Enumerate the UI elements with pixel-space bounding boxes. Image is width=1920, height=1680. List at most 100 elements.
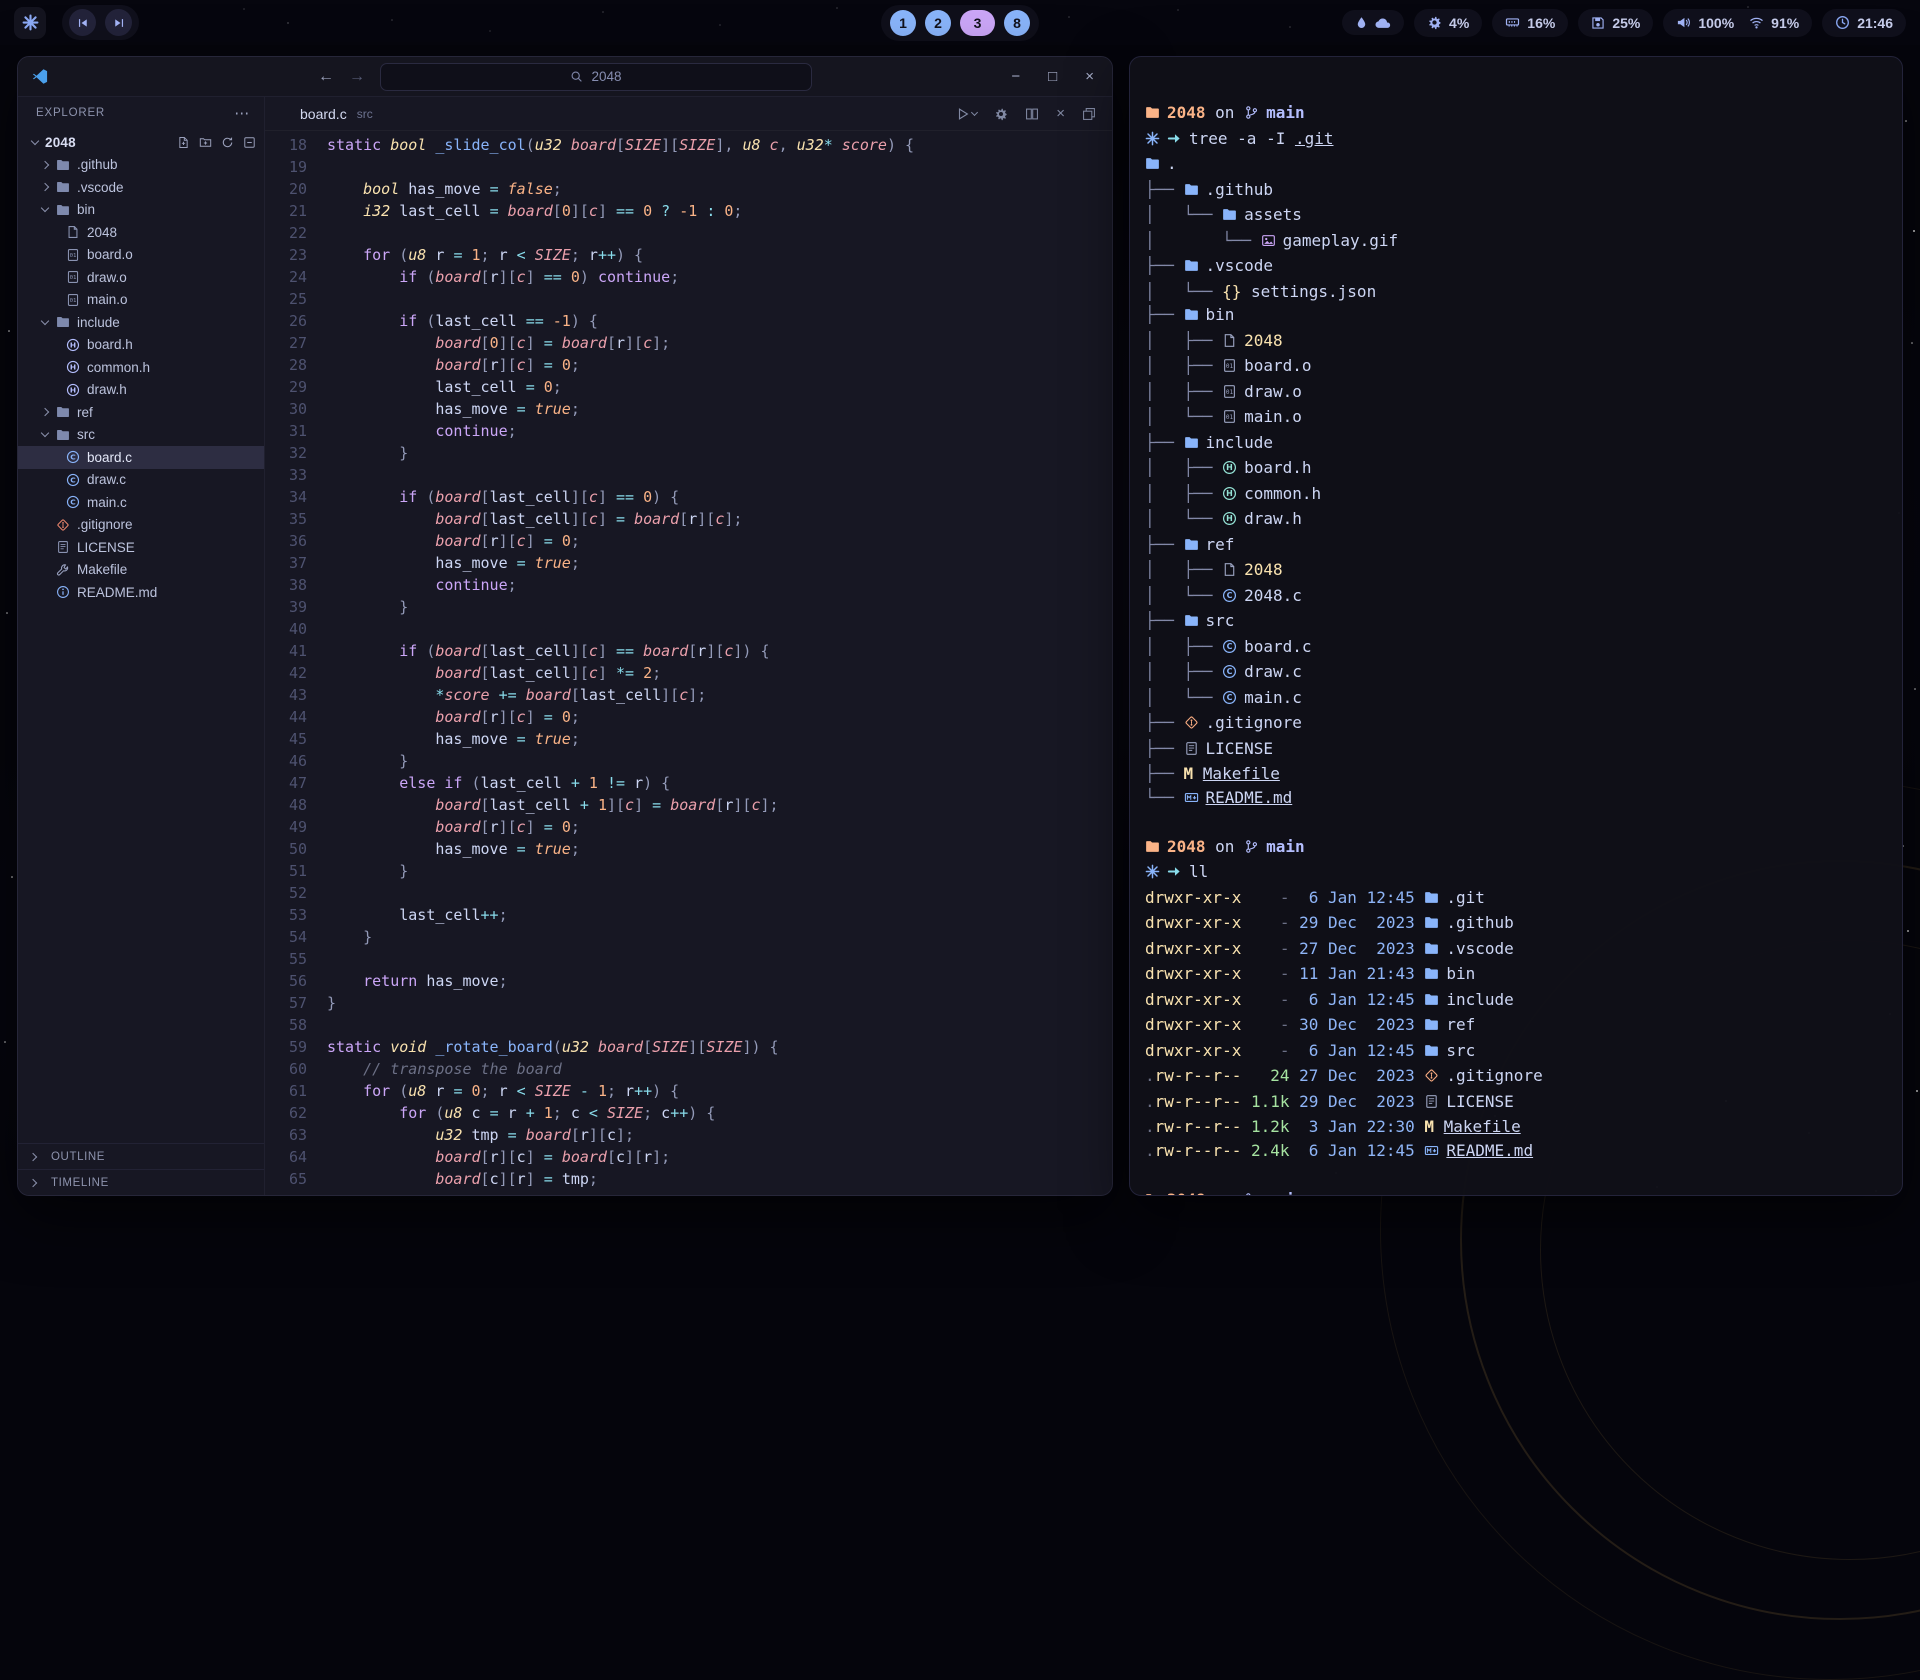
vscode-titlebar[interactable]: ← → 2048 − □ × — [18, 57, 1112, 97]
explorer-item-README.md[interactable]: README.md — [18, 581, 264, 604]
code-line-47[interactable]: 47 else if (last_cell + 1 != r) { — [265, 772, 1112, 794]
workspace-3[interactable]: 3 — [960, 10, 995, 36]
code-line-41[interactable]: 41 if (board[last_cell][c] == board[r][c… — [265, 640, 1112, 662]
new-file-icon[interactable] — [177, 136, 190, 149]
workspace-8[interactable]: 8 — [1004, 10, 1030, 36]
code-line-24[interactable]: 24 if (board[r][c] == 0) continue; — [265, 266, 1112, 288]
explorer-item-draw.c[interactable]: Cdraw.c — [18, 469, 264, 492]
code-line-48[interactable]: 48 board[last_cell + 1][c] = board[r][c]… — [265, 794, 1112, 816]
code-line-18[interactable]: 18static bool _slide_col(u32 board[SIZE]… — [265, 134, 1112, 156]
code-line-32[interactable]: 32 } — [265, 442, 1112, 464]
command-center-search[interactable]: 2048 — [380, 63, 812, 91]
audio-network-widget[interactable]: 100% 91% — [1663, 9, 1812, 37]
disk-widget[interactable]: 25% — [1578, 9, 1653, 37]
code-line-56[interactable]: 56 return has_move; — [265, 970, 1112, 992]
code-line-34[interactable]: 34 if (board[last_cell][c] == 0) { — [265, 486, 1112, 508]
media-next-icon[interactable] — [105, 9, 132, 36]
code-line-49[interactable]: 49 board[r][c] = 0; — [265, 816, 1112, 838]
close-editor-button[interactable]: × — [1056, 106, 1065, 121]
code-line-50[interactable]: 50 has_move = true; — [265, 838, 1112, 860]
code-line-45[interactable]: 45 has_move = true; — [265, 728, 1112, 750]
explorer-item-ref[interactable]: ref — [18, 401, 264, 424]
explorer-item-LICENSE[interactable]: LICENSE — [18, 536, 264, 559]
timeline-panel[interactable]: TIMELINE — [18, 1169, 264, 1195]
code-line-63[interactable]: 63 u32 tmp = board[r][c]; — [265, 1124, 1112, 1146]
maximize-button[interactable]: □ — [1048, 69, 1057, 84]
explorer-item-draw.o[interactable]: 01draw.o — [18, 266, 264, 289]
explorer-item-src[interactable]: src — [18, 424, 264, 447]
code-line-36[interactable]: 36 board[r][c] = 0; — [265, 530, 1112, 552]
launcher-logo-icon[interactable] — [14, 7, 46, 39]
clock-widget[interactable]: 21:46 — [1822, 9, 1906, 37]
explorer-item-draw.h[interactable]: Hdraw.h — [18, 379, 264, 402]
code-line-27[interactable]: 27 board[0][c] = board[r][c]; — [265, 332, 1112, 354]
code-line-37[interactable]: 37 has_move = true; — [265, 552, 1112, 574]
explorer-more-icon[interactable]: ⋯ — [234, 104, 250, 122]
explorer-item-common.h[interactable]: Hcommon.h — [18, 356, 264, 379]
code-line-55[interactable]: 55 — [265, 948, 1112, 970]
code-line-64[interactable]: 64 board[r][c] = board[c][r]; — [265, 1146, 1112, 1168]
explorer-item-include[interactable]: include — [18, 311, 264, 334]
code-line-44[interactable]: 44 board[r][c] = 0; — [265, 706, 1112, 728]
explorer-item-bin[interactable]: bin — [18, 199, 264, 222]
nav-back-icon[interactable]: ← — [318, 69, 334, 85]
code-line-28[interactable]: 28 board[r][c] = 0; — [265, 354, 1112, 376]
explorer-item-.github[interactable]: .github — [18, 154, 264, 177]
explorer-item-2048[interactable]: 2048 — [18, 221, 264, 244]
code-line-62[interactable]: 62 for (u8 c = r + 1; c < SIZE; c++) { — [265, 1102, 1112, 1124]
code-editor[interactable]: 18static bool _slide_col(u32 board[SIZE]… — [265, 131, 1112, 1195]
terminal-window[interactable]: 2048 on maintree -a -I .git.├── .github│… — [1129, 56, 1903, 1196]
code-line-57[interactable]: 57} — [265, 992, 1112, 1014]
code-line-19[interactable]: 19 — [265, 156, 1112, 178]
minimize-button[interactable]: − — [1011, 69, 1020, 84]
nav-forward-icon[interactable]: → — [349, 69, 365, 85]
code-line-43[interactable]: 43 *score += board[last_cell][c]; — [265, 684, 1112, 706]
cpu-widget[interactable]: 4% — [1414, 9, 1482, 37]
code-line-46[interactable]: 46 } — [265, 750, 1112, 772]
code-line-31[interactable]: 31 continue; — [265, 420, 1112, 442]
explorer-item-board.c[interactable]: Cboard.c — [18, 446, 264, 469]
code-line-40[interactable]: 40 — [265, 618, 1112, 640]
code-line-25[interactable]: 25 — [265, 288, 1112, 310]
workspace-2[interactable]: 2 — [925, 10, 951, 36]
collapse-folders-icon[interactable] — [243, 136, 256, 149]
explorer-item-.vscode[interactable]: .vscode — [18, 176, 264, 199]
open-changes-button[interactable] — [1082, 107, 1096, 121]
settings-gear-icon[interactable] — [994, 107, 1008, 121]
tab-board-c[interactable]: board.c src — [277, 106, 373, 122]
code-line-53[interactable]: 53 last_cell++; — [265, 904, 1112, 926]
code-line-61[interactable]: 61 for (u8 r = 0; r < SIZE - 1; r++) { — [265, 1080, 1112, 1102]
explorer-item-board.o[interactable]: 01board.o — [18, 244, 264, 267]
code-line-60[interactable]: 60 // transpose the board — [265, 1058, 1112, 1080]
terminal-content[interactable]: 2048 on maintree -a -I .git.├── .github│… — [1130, 57, 1902, 1196]
weather-widget[interactable] — [1342, 10, 1404, 35]
code-line-51[interactable]: 51 } — [265, 860, 1112, 882]
code-line-20[interactable]: 20 bool has_move = false; — [265, 178, 1112, 200]
code-line-59[interactable]: 59static void _rotate_board(u32 board[SI… — [265, 1036, 1112, 1058]
explorer-item-2048[interactable]: 2048 — [18, 131, 264, 154]
code-line-33[interactable]: 33 — [265, 464, 1112, 486]
code-line-52[interactable]: 52 — [265, 882, 1112, 904]
code-line-65[interactable]: 65 board[c][r] = tmp; — [265, 1168, 1112, 1190]
run-code-button[interactable] — [956, 107, 977, 121]
close-button[interactable]: × — [1085, 69, 1094, 84]
refresh-explorer-icon[interactable] — [221, 136, 234, 149]
code-line-23[interactable]: 23 for (u8 r = 1; r < SIZE; r++) { — [265, 244, 1112, 266]
workspace-1[interactable]: 1 — [890, 10, 916, 36]
code-line-35[interactable]: 35 board[last_cell][c] = board[r][c]; — [265, 508, 1112, 530]
split-editor-button[interactable] — [1025, 107, 1039, 121]
explorer-item-main.c[interactable]: Cmain.c — [18, 491, 264, 514]
code-line-42[interactable]: 42 board[last_cell][c] *= 2; — [265, 662, 1112, 684]
explorer-item-Makefile[interactable]: Makefile — [18, 559, 264, 582]
code-line-21[interactable]: 21 i32 last_cell = board[0][c] == 0 ? -1… — [265, 200, 1112, 222]
code-line-29[interactable]: 29 last_cell = 0; — [265, 376, 1112, 398]
code-line-54[interactable]: 54 } — [265, 926, 1112, 948]
new-folder-icon[interactable] — [199, 136, 212, 149]
explorer-item-board.h[interactable]: Hboard.h — [18, 334, 264, 357]
code-line-38[interactable]: 38 continue; — [265, 574, 1112, 596]
code-line-26[interactable]: 26 if (last_cell == -1) { — [265, 310, 1112, 332]
code-line-22[interactable]: 22 — [265, 222, 1112, 244]
outline-panel[interactable]: OUTLINE — [18, 1143, 264, 1169]
code-line-58[interactable]: 58 — [265, 1014, 1112, 1036]
explorer-item-main.o[interactable]: 01main.o — [18, 289, 264, 312]
